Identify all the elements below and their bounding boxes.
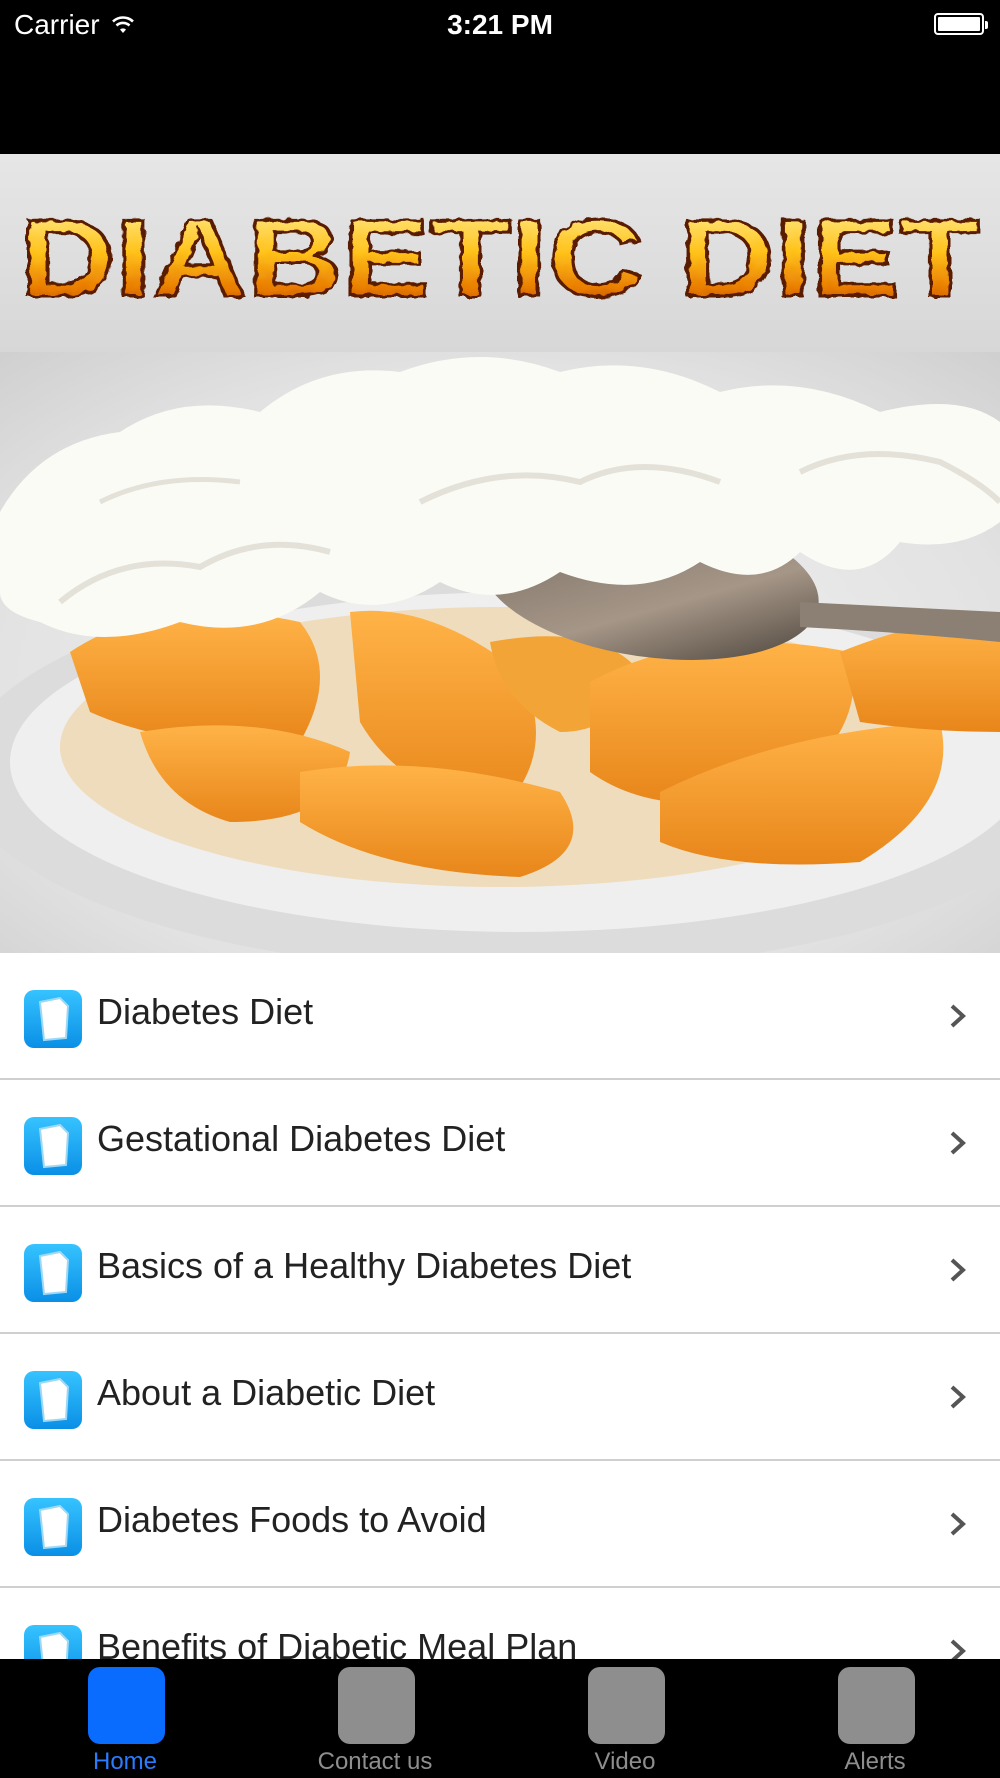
navigation-bar: [0, 50, 1000, 154]
list-item[interactable]: Benefits of Diabetic Meal Plan: [0, 1588, 1000, 1659]
app-logo: DIABETIC DIET: [19, 196, 982, 322]
tab-label: Home: [92, 1748, 158, 1775]
list-item-label: Basics of a Healthy Diabetes Diet: [97, 1245, 632, 1286]
contact-tab-icon: [338, 1667, 415, 1744]
logo-text: DIABETIC DIET: [20, 197, 980, 320]
hero-image: [0, 352, 1000, 953]
list-item[interactable]: Basics of a Healthy Diabetes Diet: [0, 1207, 1000, 1334]
battery-icon: [934, 13, 988, 35]
list-item[interactable]: About a Diabetic Diet: [0, 1334, 1000, 1461]
chevron-right-icon: [950, 1385, 966, 1409]
chevron-right-icon: [950, 1639, 966, 1659]
list-item[interactable]: Diabetes Foods to Avoid: [0, 1461, 1000, 1588]
tab-bar: Home Contact us Video Alerts: [0, 1659, 1000, 1778]
chevron-right-icon: [950, 1258, 966, 1282]
status-bar: Carrier 3:21 PM: [0, 0, 1000, 50]
home-tab-icon: [88, 1667, 165, 1744]
list-item-label: Gestational Diabetes Diet: [97, 1118, 506, 1159]
list-item-label: Benefits of Diabetic Meal Plan: [97, 1626, 578, 1659]
chevron-right-icon: [950, 1004, 966, 1028]
list-item[interactable]: Diabetes Diet: [0, 953, 1000, 1080]
alerts-tab-icon: [838, 1667, 915, 1744]
tab-alerts[interactable]: Alerts: [750, 1659, 1000, 1778]
chevron-right-icon: [950, 1512, 966, 1536]
status-time: 3:21 PM: [447, 9, 553, 40]
banner: DIABETIC DIET: [0, 154, 1000, 352]
document-icon: [24, 990, 82, 1048]
list-item-label: About a Diabetic Diet: [97, 1372, 436, 1413]
chevron-right-icon: [950, 1131, 966, 1155]
tab-label: Contact us: [317, 1748, 433, 1775]
tab-home[interactable]: Home: [0, 1659, 250, 1778]
tab-contact-us[interactable]: Contact us: [250, 1659, 500, 1778]
document-icon: [24, 1117, 82, 1175]
list-item-label: Diabetes Foods to Avoid: [97, 1499, 487, 1540]
topic-list: Diabetes Diet Gestational Diabetes Diet …: [0, 953, 1000, 1659]
list-item[interactable]: Gestational Diabetes Diet: [0, 1080, 1000, 1207]
document-icon: [24, 1498, 82, 1556]
tab-label: Alerts: [844, 1748, 906, 1775]
document-icon: [24, 1244, 82, 1302]
document-icon: [24, 1371, 82, 1429]
tab-video[interactable]: Video: [500, 1659, 750, 1778]
document-icon: [24, 1625, 82, 1659]
peach-dessert-illustration: [0, 352, 1000, 953]
video-tab-icon: [588, 1667, 665, 1744]
list-item-label: Diabetes Diet: [97, 991, 314, 1032]
tab-label: Video: [594, 1748, 656, 1775]
